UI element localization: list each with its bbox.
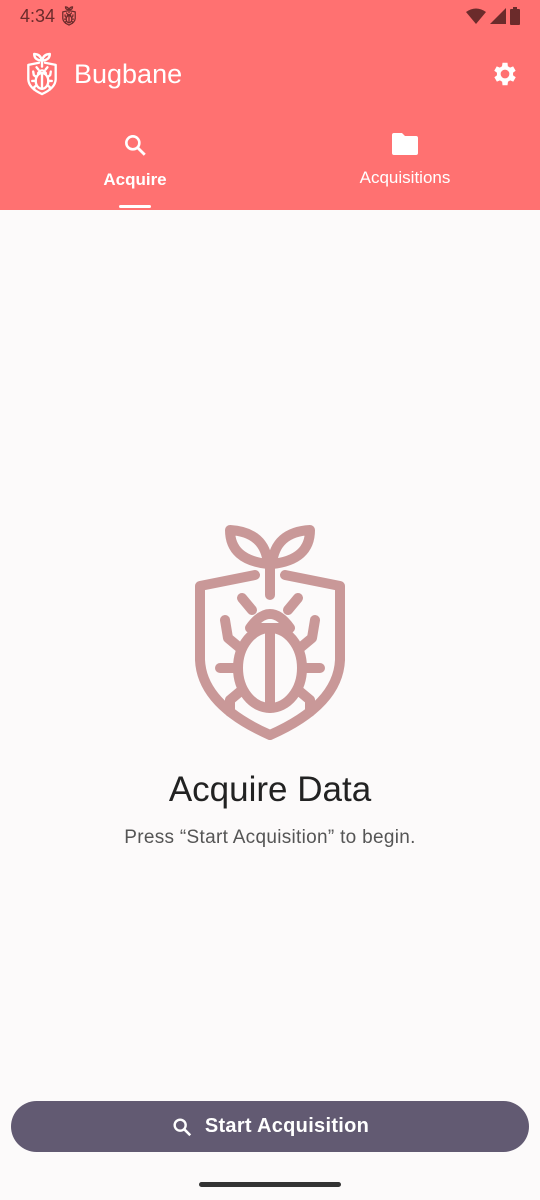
page-subtitle: Press “Start Acquisition” to begin. xyxy=(124,827,416,848)
page-title: Acquire Data xyxy=(168,770,372,809)
header: 4:34 Bugbane Acquire Acquisitions xyxy=(0,0,540,210)
home-indicator[interactable] xyxy=(199,1182,341,1187)
app-title: Bugbane xyxy=(74,58,183,89)
app-bar: Bugbane xyxy=(24,50,520,98)
tab-label: Acquisitions xyxy=(359,168,451,187)
signal-icon xyxy=(490,8,506,24)
bugbane-logo-icon xyxy=(190,520,350,745)
bugbane-notification-icon xyxy=(62,6,76,26)
battery-icon xyxy=(510,7,520,25)
tab-acquisitions[interactable]: Acquisitions xyxy=(270,120,540,210)
app-logo-icon xyxy=(27,52,57,96)
tab-bar: Acquire Acquisitions xyxy=(0,120,540,210)
search-icon xyxy=(173,1117,191,1136)
tab-label: Acquire xyxy=(103,170,167,189)
wifi-icon xyxy=(466,8,486,24)
search-icon xyxy=(125,135,146,156)
folder-icon xyxy=(392,133,418,155)
status-bar: 4:34 xyxy=(20,4,520,28)
tab-acquire[interactable]: Acquire xyxy=(0,120,270,210)
status-time: 4:34 xyxy=(20,5,56,26)
gear-icon[interactable] xyxy=(490,59,520,89)
button-label: Start Acquisition xyxy=(204,1115,370,1137)
active-tab-indicator xyxy=(119,205,151,208)
start-acquisition-button[interactable]: Start Acquisition xyxy=(11,1101,529,1152)
